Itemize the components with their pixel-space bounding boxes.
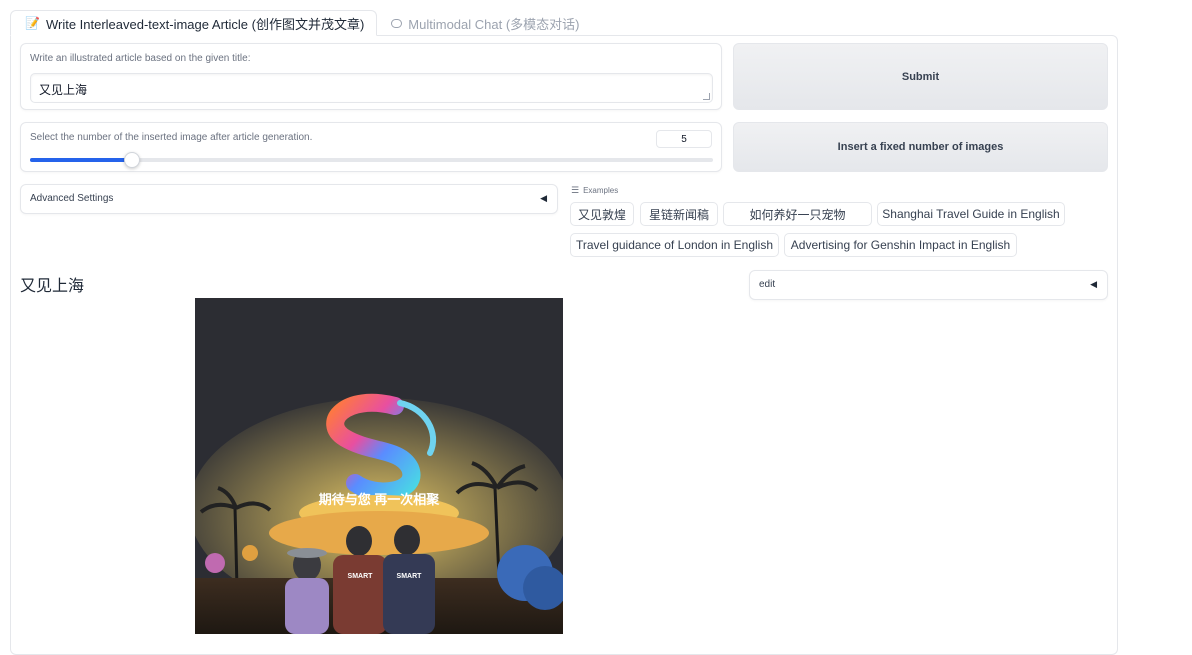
submit-button[interactable]: Submit [733, 43, 1108, 110]
tab-multimodal-chat[interactable]: Multimodal Chat (多模态对话) [377, 10, 591, 36]
slider-thumb[interactable] [124, 152, 140, 168]
resize-handle-icon[interactable] [703, 93, 710, 100]
article-image-illustration: 期待与您 再一次相聚 SMART SMART [195, 298, 563, 634]
article-title: 又见上海 [20, 278, 85, 295]
image-count-label: Select the number of the inserted image … [30, 132, 313, 143]
example-chip[interactable]: 又见敦煌 [570, 202, 634, 226]
tab-bar: 📝 Write Interleaved-text-image Article (… [10, 10, 592, 36]
example-chip[interactable]: Advertising for Genshin Impact in Englis… [784, 233, 1017, 257]
examples-header: ☰ Examples [571, 185, 618, 196]
edit-label: edit [759, 279, 776, 290]
title-textarea-value: 又见上海 [39, 83, 88, 97]
article-image: 期待与您 再一次相聚 SMART SMART [195, 298, 563, 634]
insert-images-button[interactable]: Insert a fixed number of images [733, 122, 1108, 172]
title-input-label: Write an illustrated article based on th… [30, 53, 251, 64]
submit-button-label: Submit [901, 70, 940, 83]
shirt-text: SMART [397, 573, 423, 580]
image-count-number-input[interactable]: 5 [656, 130, 712, 148]
slider-fill [30, 158, 132, 162]
speech-bubble-icon [391, 18, 403, 28]
sign-text: 期待与您 再一次相聚 [319, 492, 441, 507]
example-chip[interactable]: 如何养好一只宠物 [723, 202, 872, 226]
tab-write-article-label: Write Interleaved-text-image Article (创作… [45, 16, 365, 32]
example-chip[interactable]: Travel guidance of London in English [570, 233, 779, 257]
example-chip[interactable]: Shanghai Travel Guide in English [877, 202, 1065, 226]
shirt-text: SMART [348, 573, 374, 580]
collapse-arrow-icon[interactable]: ◀ [1090, 279, 1097, 290]
image-count-slider[interactable] [30, 152, 713, 168]
collapse-arrow-icon[interactable]: ◀ [540, 193, 547, 204]
advanced-settings-accordion[interactable]: Advanced Settings ◀ [20, 184, 558, 214]
example-chip[interactable]: 星链新闻稿 [640, 202, 718, 226]
tab-multimodal-chat-label: Multimodal Chat (多模态对话) [408, 16, 580, 32]
examples-header-label: Examples [583, 186, 619, 195]
title-textarea[interactable]: 又见上海 [30, 73, 713, 103]
memo-icon: 📝 [25, 16, 40, 30]
insert-images-button-label: Insert a fixed number of images [837, 141, 1004, 153]
advanced-settings-label: Advanced Settings [30, 193, 114, 204]
image-count-block: Select the number of the inserted image … [20, 122, 722, 172]
image-count-value: 5 [681, 133, 687, 145]
list-icon: ☰ [571, 185, 580, 195]
tab-write-article[interactable]: 📝 Write Interleaved-text-image Article (… [10, 10, 378, 36]
edit-accordion[interactable]: edit ◀ [749, 270, 1108, 300]
title-input-block: Write an illustrated article based on th… [20, 43, 722, 110]
